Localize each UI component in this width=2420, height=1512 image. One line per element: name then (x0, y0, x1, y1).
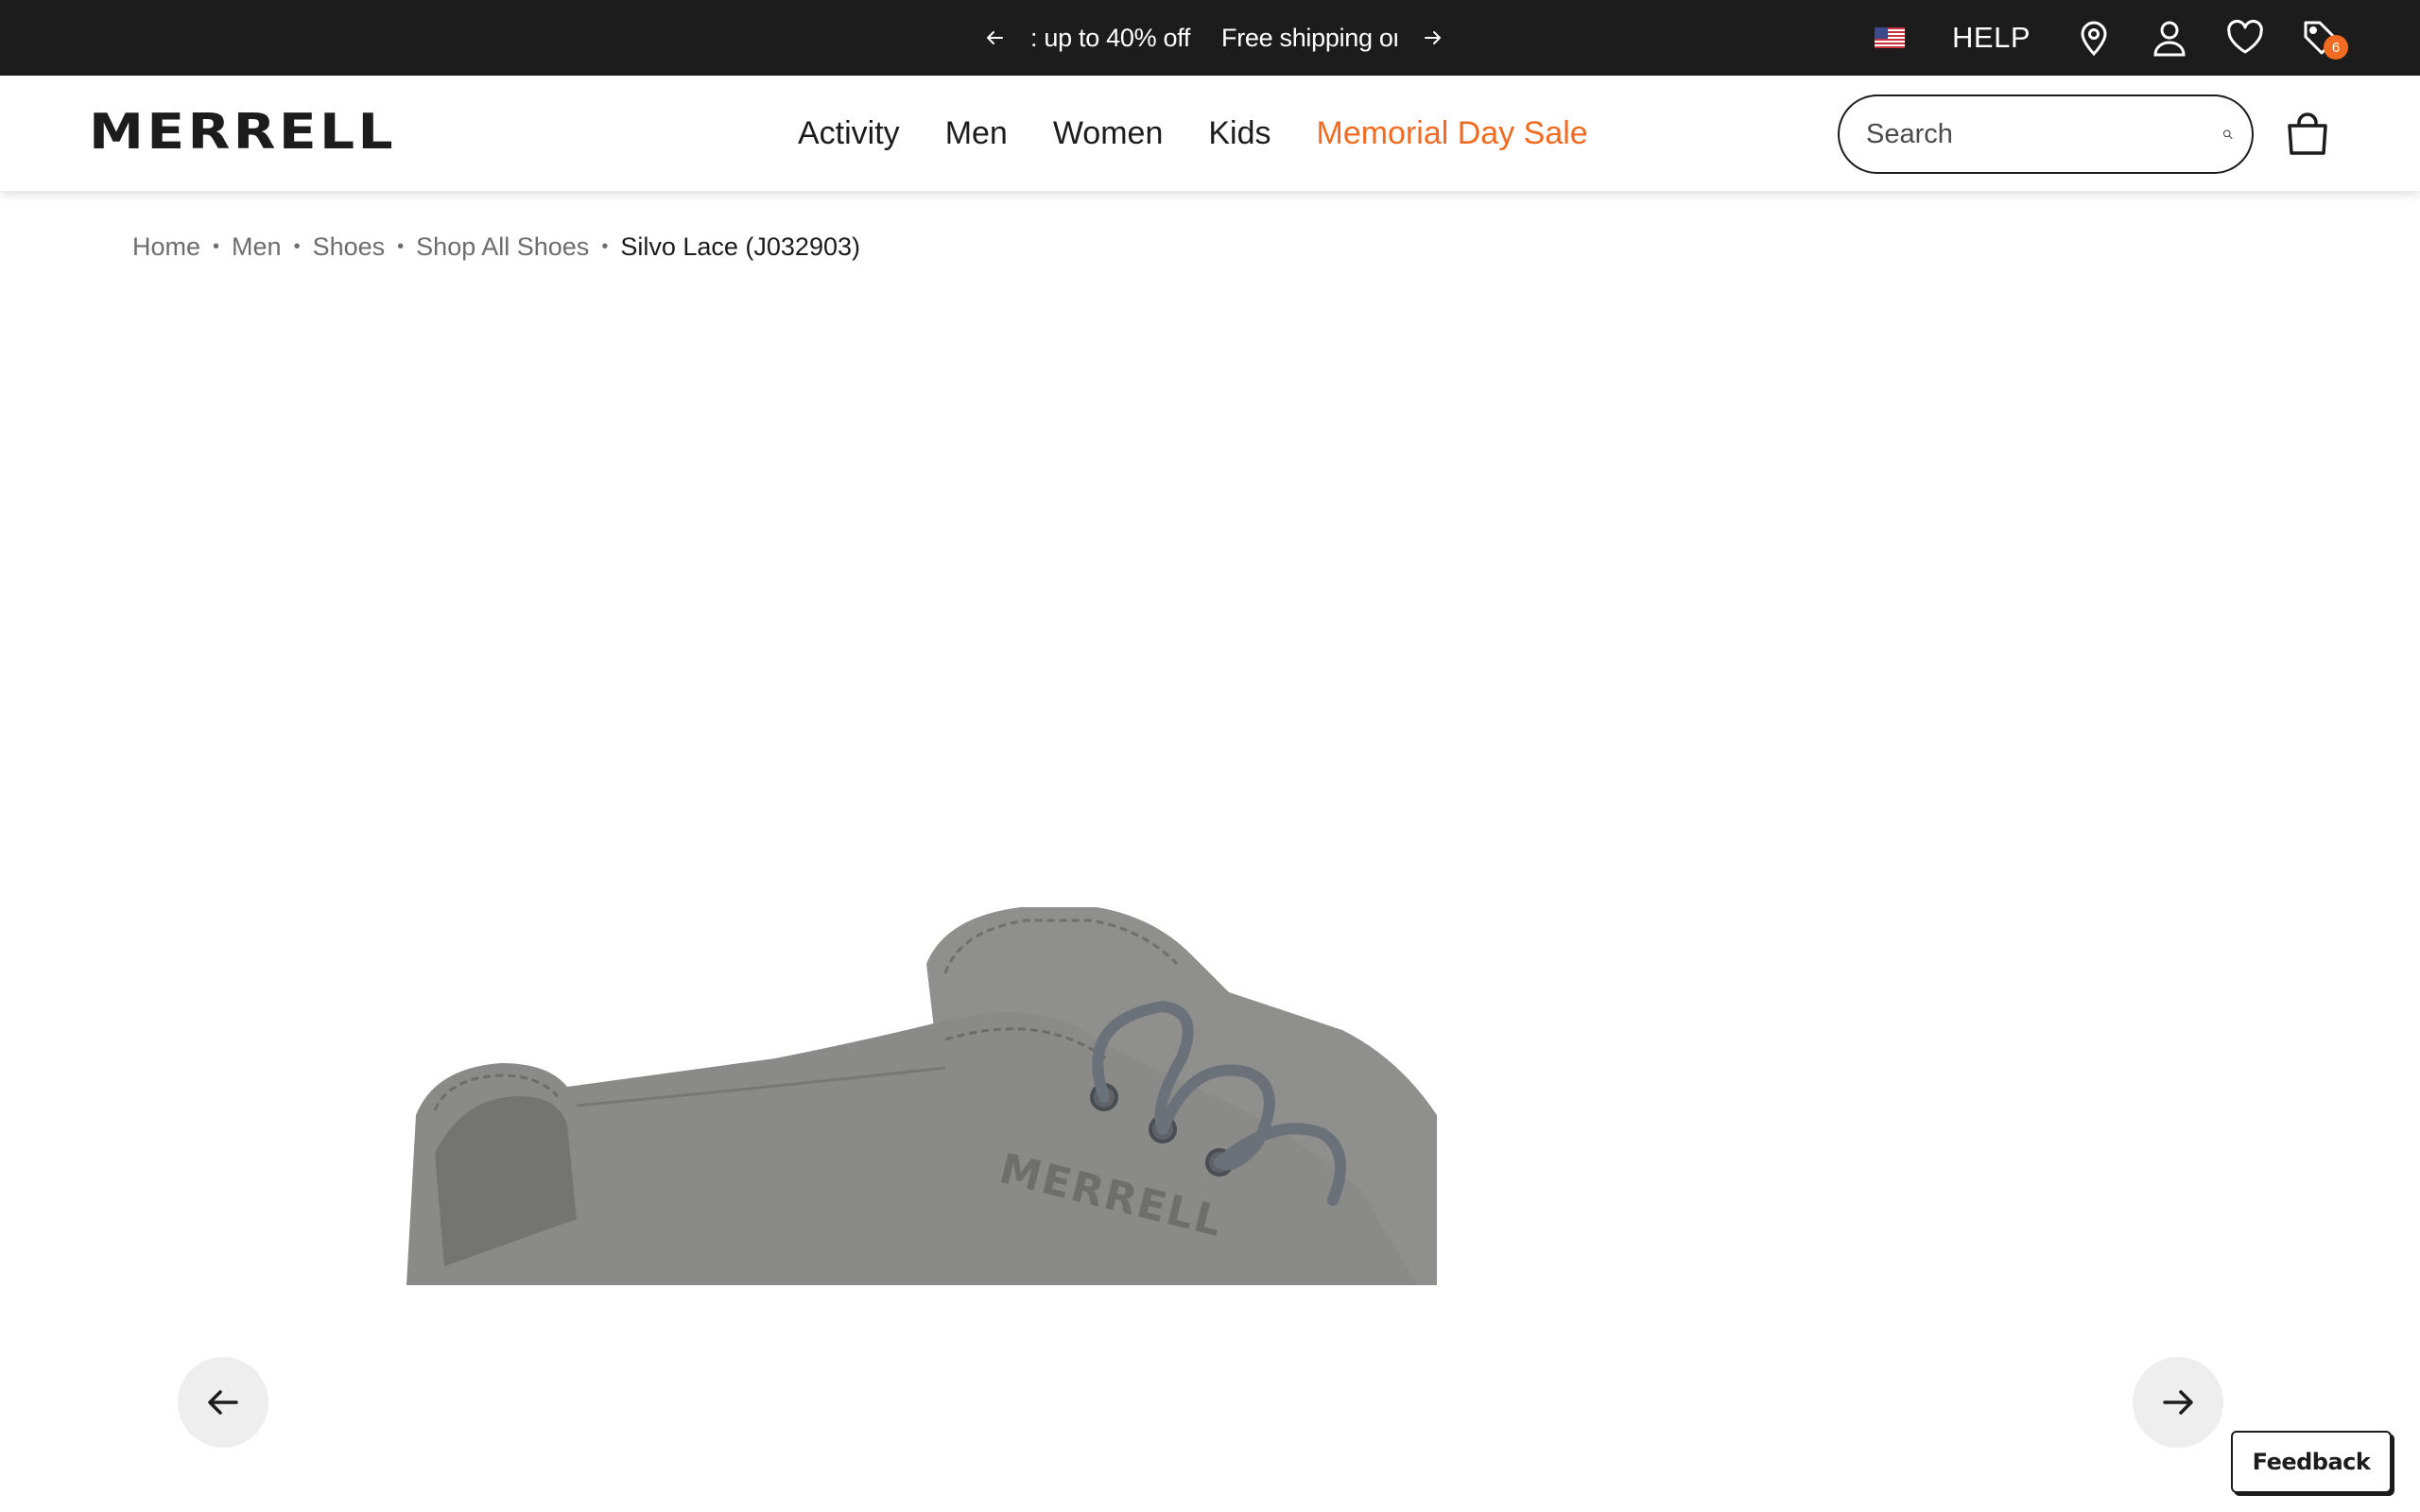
breadcrumb-shop-all-shoes[interactable]: Shop All Shoes (416, 232, 589, 262)
nav-kids[interactable]: Kids (1208, 115, 1270, 152)
breadcrumb-separator: • (601, 236, 609, 257)
product-image-shoe: MERRELL (406, 907, 1437, 1285)
nav-women[interactable]: Women (1053, 115, 1164, 152)
offers-tag[interactable]: 6 (2301, 18, 2348, 60)
merrell-logo[interactable]: MERRELL (89, 104, 396, 161)
primary-nav: Activity Men Women Kids Memorial Day Sal… (798, 76, 1588, 191)
search-icon[interactable] (2222, 112, 2233, 156)
utility-links: HELP 6 (1875, 0, 2348, 76)
search-input[interactable] (1866, 118, 2222, 150)
breadcrumb-separator: • (397, 236, 405, 257)
search-box (1838, 94, 2254, 174)
nav-men[interactable]: Men (945, 115, 1008, 152)
promo-message-sale[interactable]: : up to 40% off (1030, 24, 1197, 53)
promo-bar: : up to 40% off Free shipping on HELP 6 (0, 0, 2420, 76)
carousel-next-button[interactable] (2133, 1357, 2223, 1448)
breadcrumb: Home • Men • Shoes • Shop All Shoes • Si… (132, 232, 860, 262)
arrow-right-icon (2163, 1390, 2193, 1415)
breadcrumb-current-product: Silvo Lace (J032903) (620, 232, 860, 261)
promo-carousel: : up to 40% off Free shipping on (983, 0, 1444, 76)
breadcrumb-shoes[interactable]: Shoes (313, 232, 386, 262)
nav-memorial-day-sale[interactable]: Memorial Day Sale (1317, 115, 1588, 152)
us-flag-icon[interactable] (1875, 27, 1906, 48)
promo-prev-arrow-icon[interactable] (983, 26, 1006, 49)
shopping-bag-icon[interactable] (2284, 110, 2331, 157)
promo-message-shipping[interactable]: Free shipping on (1221, 24, 1397, 53)
heart-icon[interactable] (2225, 18, 2265, 58)
breadcrumb-separator: • (293, 236, 301, 257)
feedback-button[interactable]: Feedback (2231, 1431, 2392, 1493)
location-pin-icon[interactable] (2074, 18, 2114, 58)
main-header: MERRELL Activity Men Women Kids Memorial… (0, 76, 2420, 191)
help-link[interactable]: HELP (1952, 21, 2031, 55)
breadcrumb-men[interactable]: Men (232, 232, 282, 262)
breadcrumb-separator: • (213, 236, 220, 257)
arrow-left-icon (208, 1390, 238, 1415)
offers-count-badge: 6 (2324, 35, 2348, 60)
breadcrumb-home[interactable]: Home (132, 232, 200, 262)
nav-activity[interactable]: Activity (798, 115, 900, 152)
carousel-prev-button[interactable] (178, 1357, 268, 1448)
user-icon[interactable] (2150, 18, 2189, 58)
promo-next-arrow-icon[interactable] (1422, 26, 1444, 49)
